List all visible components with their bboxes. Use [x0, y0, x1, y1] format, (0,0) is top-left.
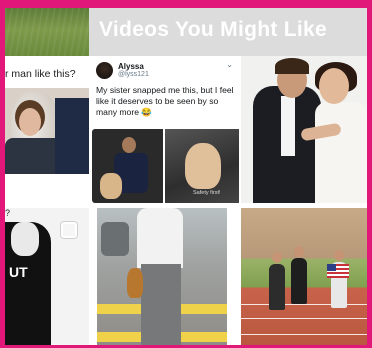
dog-seated — [185, 143, 221, 189]
background-people — [101, 222, 129, 256]
select-checkbox[interactable] — [61, 222, 77, 238]
person-head — [11, 222, 39, 256]
person-white-shirt — [137, 208, 183, 268]
bride-gown — [315, 102, 367, 203]
video-thumbnail-grid: Videos You Might Like r man like this? A… — [5, 8, 367, 345]
bride-head — [319, 68, 349, 104]
image-caption: Safety first! — [193, 190, 221, 196]
tweet-image-right: Safety first! — [165, 129, 239, 203]
dog-small — [100, 173, 122, 199]
tweet-text: My sister snapped me this, but I feel li… — [96, 85, 234, 118]
runner-2-head — [294, 246, 304, 257]
groom-suit — [55, 98, 89, 174]
handbag — [127, 268, 143, 298]
shirt-print: UT — [9, 264, 28, 280]
grass-texture — [5, 8, 89, 56]
thumbnail-caption-left: r man like this? — [5, 64, 89, 84]
runner-3-head — [334, 250, 344, 261]
thumbnail-track-race[interactable] — [241, 208, 367, 345]
thumbnail-bride[interactable] — [5, 88, 89, 174]
bride-face — [19, 108, 41, 136]
man-head — [122, 137, 136, 153]
tweet-author-handle: @lyss121 — [118, 71, 149, 78]
runner-1-head — [272, 252, 282, 263]
tweet-author-name: Alyssa — [118, 62, 144, 71]
groom-shirt — [281, 96, 295, 156]
thumbnail-grass[interactable] — [5, 8, 89, 56]
videos-banner: Videos You Might Like — [89, 8, 367, 56]
track-lane — [241, 304, 367, 305]
tweet-image-left — [92, 129, 163, 203]
flag-shorts — [327, 264, 349, 278]
caption-text: ? — [5, 208, 11, 218]
thumbnail-wedding-couple[interactable] — [241, 56, 367, 203]
tweet-avatar — [96, 62, 113, 79]
chevron-down-icon[interactable]: ⌄ — [226, 60, 233, 69]
person-trousers — [141, 264, 181, 345]
runner-1 — [269, 264, 285, 310]
runner-2 — [291, 258, 307, 304]
track-lane — [241, 334, 367, 335]
thumbnail-street[interactable] — [97, 208, 227, 345]
thumbnail-tshirt[interactable]: ? UT — [5, 208, 89, 345]
track-lane — [241, 318, 367, 319]
caption-text: r man like this? — [5, 68, 76, 80]
banner-title: Videos You Might Like — [99, 18, 327, 41]
thumbnail-tweet[interactable]: Alyssa @lyss121 ⌄ My sister snapped me t… — [89, 56, 239, 203]
groom-hair — [275, 58, 309, 74]
